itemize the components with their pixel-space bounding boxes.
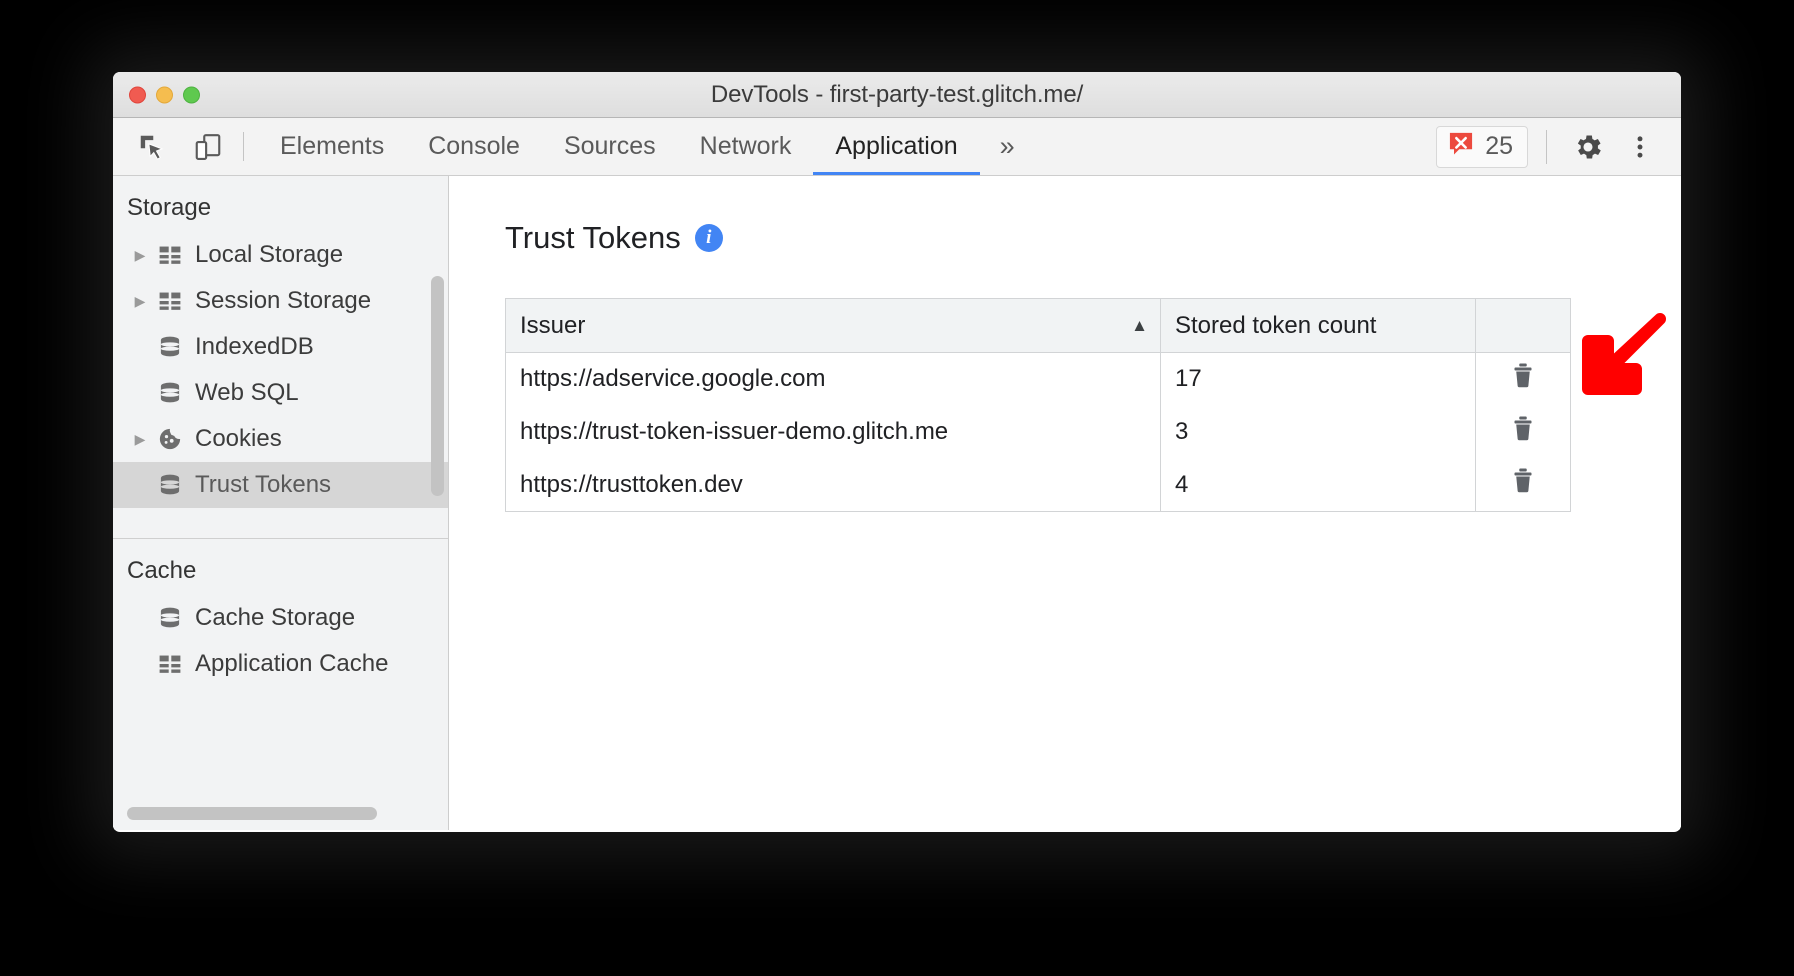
database-icon [153, 334, 187, 360]
cell-issuer: https://adservice.google.com [506, 353, 1161, 406]
table-icon [153, 651, 187, 677]
delete-icon[interactable] [1490, 361, 1556, 391]
sidebar-item-local-storage[interactable]: ▶ Local Storage [113, 232, 448, 278]
tab-console[interactable]: Console [406, 118, 542, 175]
trust-tokens-table: Issuer ▲ Stored token count [505, 298, 1571, 512]
close-button[interactable] [129, 86, 146, 103]
kebab-menu-icon[interactable] [1617, 124, 1663, 170]
table-row[interactable]: https://trust-token-issuer-demo.glitch.m… [506, 406, 1571, 459]
sidebar-item-label: Local Storage [195, 241, 343, 269]
info-icon[interactable]: i [695, 224, 723, 252]
table-header-row: Issuer ▲ Stored token count [506, 299, 1571, 353]
error-count: 25 [1485, 132, 1513, 161]
device-toolbar-icon[interactable] [187, 126, 229, 168]
page-title: Trust Tokens [505, 220, 681, 256]
window-traffic-lights [129, 86, 200, 103]
cell-token-count: 17 [1161, 353, 1476, 406]
sidebar-horizontal-scrollbar[interactable] [127, 807, 434, 820]
database-icon [153, 380, 187, 406]
sidebar-item-application-cache[interactable]: ▶ Application Cache [113, 641, 448, 687]
minimize-button[interactable] [156, 86, 173, 103]
chevron-right-icon[interactable]: ▶ [127, 431, 153, 448]
sidebar-item-label: Session Storage [195, 287, 371, 315]
sidebar-section-storage-title: Storage [113, 176, 448, 232]
sidebar-item-label: Cookies [195, 425, 282, 453]
sidebar-section-cache-title: Cache [113, 539, 448, 595]
chevron-right-icon[interactable]: ▶ [127, 293, 153, 310]
sidebar-item-label: Web SQL [195, 379, 299, 407]
window-titlebar: DevTools - first-party-test.glitch.me/ [113, 72, 1681, 118]
trust-tokens-panel: Trust Tokens i Issuer ▲ Stored token cou… [449, 176, 1681, 830]
sidebar-item-indexeddb[interactable]: ▶ IndexedDB [113, 324, 448, 370]
tab-elements[interactable]: Elements [258, 118, 406, 175]
cell-actions [1476, 459, 1571, 512]
devtools-body: Storage ▶ [113, 176, 1681, 830]
toolbar-divider-right [1546, 130, 1547, 164]
table-header: Issuer ▲ Stored token count [506, 299, 1571, 353]
sidebar-item-label: Application Cache [195, 650, 388, 678]
more-tabs-button[interactable]: » [980, 118, 1033, 175]
scrollbar-thumb[interactable] [127, 807, 377, 820]
sidebar-tree: Storage ▶ [113, 176, 448, 830]
panel-tabs: Elements Console Sources Network Applica… [258, 118, 1033, 175]
delete-icon[interactable] [1490, 414, 1556, 444]
storage-sidebar: Storage ▶ [113, 176, 449, 830]
sidebar-item-web-sql[interactable]: ▶ Web SQL [113, 370, 448, 416]
screenshot-stage: DevTools - first-party-test.glitch.me/ [0, 0, 1794, 976]
cell-issuer: https://trust-token-issuer-demo.glitch.m… [506, 406, 1161, 459]
error-count-badge[interactable]: 25 [1436, 126, 1528, 168]
toolbar-right-icons: 25 [1436, 118, 1681, 175]
cell-actions [1476, 353, 1571, 406]
cell-actions [1476, 406, 1571, 459]
sidebar-item-cookies[interactable]: ▶ Cookies [113, 416, 448, 462]
sidebar-item-label: Trust Tokens [195, 471, 331, 499]
column-header-count-label: Stored token count [1175, 312, 1376, 339]
cell-issuer: https://trusttoken.dev [506, 459, 1161, 512]
cell-token-count: 4 [1161, 459, 1476, 512]
table-icon [153, 288, 187, 314]
toolbar-left-icons [113, 118, 229, 175]
column-header-stored-token-count[interactable]: Stored token count [1161, 299, 1476, 353]
sidebar-vertical-scrollbar[interactable] [431, 276, 444, 496]
tab-network[interactable]: Network [678, 118, 814, 175]
toolbar-divider [243, 132, 244, 161]
table-icon [153, 242, 187, 268]
sidebar-item-session-storage[interactable]: ▶ Session Storage [113, 278, 448, 324]
cell-token-count: 3 [1161, 406, 1476, 459]
devtools-window: DevTools - first-party-test.glitch.me/ [113, 72, 1681, 832]
table-row[interactable]: https://trusttoken.dev 4 [506, 459, 1571, 512]
sidebar-item-label: IndexedDB [195, 333, 314, 361]
cookie-icon [153, 426, 187, 452]
column-header-issuer-label: Issuer [520, 312, 585, 339]
tab-application[interactable]: Application [813, 118, 979, 175]
chevron-right-icon[interactable]: ▶ [127, 247, 153, 264]
gear-icon[interactable] [1565, 124, 1611, 170]
sidebar-item-cache-storage[interactable]: ▶ Cache Storage [113, 595, 448, 641]
error-icon [1447, 130, 1475, 163]
delete-icon[interactable] [1490, 466, 1556, 496]
window-title: DevTools - first-party-test.glitch.me/ [113, 81, 1681, 109]
tab-sources[interactable]: Sources [542, 118, 678, 175]
sort-ascending-icon: ▲ [1131, 316, 1148, 336]
inspect-element-icon[interactable] [131, 126, 173, 168]
database-icon [153, 605, 187, 631]
sidebar-item-trust-tokens[interactable]: ▶ Trust Tokens [113, 462, 448, 508]
column-header-issuer[interactable]: Issuer ▲ [506, 299, 1161, 353]
panel-header: Trust Tokens i [505, 220, 1681, 256]
table-body: https://adservice.google.com 17 [506, 353, 1571, 512]
database-icon [153, 472, 187, 498]
zoom-button[interactable] [183, 86, 200, 103]
devtools-toolbar: Elements Console Sources Network Applica… [113, 118, 1681, 176]
column-header-actions [1476, 299, 1571, 353]
sidebar-item-label: Cache Storage [195, 604, 355, 632]
table-row[interactable]: https://adservice.google.com 17 [506, 353, 1571, 406]
